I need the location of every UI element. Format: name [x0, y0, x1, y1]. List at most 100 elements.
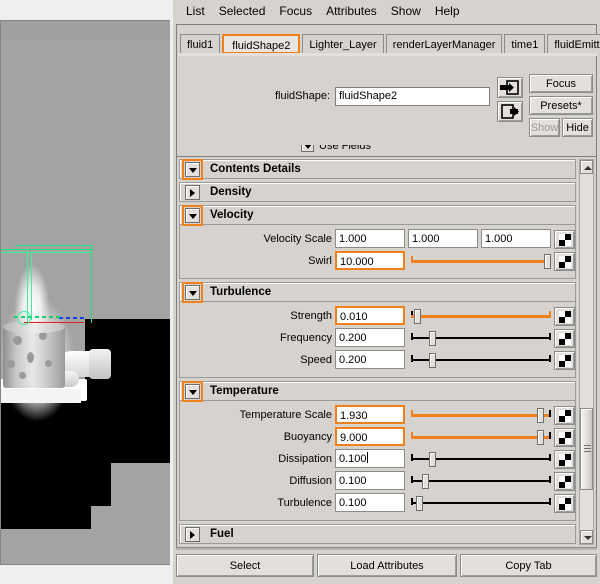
- attr-label: Swirl: [308, 255, 332, 267]
- buoyancy-input[interactable]: 9.000: [335, 427, 405, 446]
- attr-row-buoyancy: Buoyancy 9.000: [180, 427, 575, 449]
- scroll-up-arrow-icon[interactable]: [580, 160, 593, 174]
- table-surface-shade: [1, 389, 81, 403]
- attr-label: Velocity Scale: [263, 233, 332, 245]
- select-button[interactable]: Select: [176, 554, 314, 577]
- use-fields-row-clipped: Use Fields: [176, 145, 597, 156]
- load-attributes-button[interactable]: Load Attributes: [317, 554, 457, 577]
- dissipation-input[interactable]: 0.100: [335, 449, 405, 468]
- lighter-body: [3, 326, 65, 388]
- fluid-container-edge: [1, 249, 93, 250]
- temperature-scale-slider[interactable]: [411, 408, 551, 423]
- map-button[interactable]: [554, 307, 575, 326]
- map-button[interactable]: [554, 450, 575, 469]
- attr-label: Speed: [300, 354, 332, 366]
- manipulator-pivot-handle[interactable]: [17, 311, 31, 325]
- show-button[interactable]: Show: [529, 118, 560, 137]
- maya-attribute-editor-window: List Selected Focus Attributes Show Help…: [0, 0, 600, 584]
- fluid-container-edge: [1, 252, 93, 253]
- scroll-down-arrow-icon[interactable]: [580, 530, 593, 544]
- chevron-down-icon[interactable]: [182, 159, 203, 180]
- bottom-button-bar: Select Load Attributes Copy Tab: [176, 551, 597, 581]
- manipulator-axis-x[interactable]: [24, 322, 84, 323]
- input-connection-glyph: [500, 80, 519, 95]
- tab-fluid1[interactable]: fluid1: [180, 34, 221, 54]
- turbulence-frequency-slider[interactable]: [411, 331, 551, 346]
- map-button[interactable]: [554, 494, 575, 513]
- menu-selected[interactable]: Selected: [212, 2, 273, 20]
- section-header-temperature[interactable]: Temperature: [179, 381, 576, 402]
- hide-button[interactable]: Hide: [562, 118, 593, 137]
- chevron-down-icon[interactable]: [182, 381, 203, 402]
- fluidshape-name-input[interactable]: fluidShape2: [335, 87, 490, 106]
- section-header-contents-details[interactable]: Contents Details: [179, 159, 576, 180]
- scrollbar-thumb[interactable]: [580, 408, 593, 490]
- attribute-editor-panel: List Selected Focus Attributes Show Help…: [173, 0, 600, 584]
- diffusion-input[interactable]: 0.100: [335, 471, 405, 490]
- viewport-panel: [0, 0, 173, 584]
- attr-row-turbulence-strength: Strength 0.010: [180, 306, 575, 328]
- maya-3d-viewport[interactable]: [1, 21, 170, 564]
- map-button[interactable]: [554, 329, 575, 348]
- swirl-input[interactable]: 10.000: [335, 251, 405, 270]
- use-fields-checkbox[interactable]: [301, 145, 314, 152]
- section-body-turbulence: Strength 0.010 Frequency 0.200 Speed 0.2…: [179, 302, 576, 378]
- output-connection-icon[interactable]: [497, 101, 523, 122]
- map-button[interactable]: [554, 406, 575, 425]
- section-header-fuel[interactable]: Fuel: [179, 524, 576, 544]
- chevron-right-icon[interactable]: [185, 527, 200, 542]
- map-button[interactable]: [554, 351, 575, 370]
- menu-focus[interactable]: Focus: [272, 2, 319, 20]
- menu-show[interactable]: Show: [384, 2, 428, 20]
- velocity-scale-z-input[interactable]: 1.000: [481, 229, 551, 248]
- attr-row-velocity-scale: Velocity Scale 1.000 1.000 1.000: [180, 229, 575, 251]
- turbulence-strength-slider[interactable]: [411, 309, 551, 324]
- attribute-sections-container: Contents Details Density Velocity Veloci…: [179, 159, 578, 545]
- velocity-scale-y-input[interactable]: 1.000: [408, 229, 478, 248]
- section-header-turbulence[interactable]: Turbulence: [179, 282, 576, 303]
- menu-list[interactable]: List: [179, 2, 212, 20]
- turbulence-speed-input[interactable]: 0.200: [335, 350, 405, 369]
- menu-bar: List Selected Focus Attributes Show Help: [173, 0, 600, 22]
- section-velocity: Velocity Velocity Scale 1.000 1.000 1.00…: [179, 205, 576, 279]
- use-fields-label: Use Fields: [319, 145, 371, 152]
- swirl-slider[interactable]: [411, 254, 551, 269]
- velocity-scale-x-input[interactable]: 1.000: [335, 229, 405, 248]
- temperature-scale-input[interactable]: 1.930: [335, 405, 405, 424]
- map-button[interactable]: [554, 472, 575, 491]
- section-header-density[interactable]: Density: [179, 182, 576, 202]
- attr-label: Buoyancy: [283, 431, 332, 443]
- turbulence-strength-input[interactable]: 0.010: [335, 306, 405, 325]
- tab-renderLayerManager[interactable]: renderLayerManager: [385, 34, 503, 54]
- tab-time1[interactable]: time1: [504, 34, 546, 54]
- buoyancy-slider[interactable]: [411, 430, 551, 445]
- tab-fluidShape2[interactable]: fluidShape2: [222, 34, 301, 54]
- attr-label: Strength: [290, 310, 332, 322]
- focus-button[interactable]: Focus: [529, 74, 593, 93]
- chevron-down-icon[interactable]: [182, 205, 203, 226]
- text-caret: [366, 452, 368, 463]
- turbulence-frequency-input[interactable]: 0.200: [335, 328, 405, 347]
- tab-fluidEmitter1[interactable]: fluidEmitter1: [547, 34, 600, 54]
- menu-attributes[interactable]: Attributes: [319, 2, 384, 20]
- map-button[interactable]: [554, 230, 575, 249]
- map-button[interactable]: [554, 428, 575, 447]
- vertical-scrollbar[interactable]: [579, 159, 594, 545]
- diffusion-slider[interactable]: [411, 474, 551, 489]
- map-button[interactable]: [554, 252, 575, 271]
- section-header-velocity[interactable]: Velocity: [179, 205, 576, 226]
- menu-help[interactable]: Help: [428, 2, 467, 20]
- chevron-right-icon[interactable]: [185, 185, 200, 200]
- tab-lighter-layer[interactable]: Lighter_Layer: [302, 34, 384, 54]
- dissipation-slider[interactable]: [411, 452, 551, 467]
- turbulence-speed-slider[interactable]: [411, 353, 551, 368]
- copy-tab-button[interactable]: Copy Tab: [460, 554, 597, 577]
- fluid-container-edge: [91, 245, 92, 323]
- presets-button[interactable]: Presets*: [529, 96, 593, 115]
- temperature-turbulence-slider[interactable]: [411, 496, 551, 511]
- temperature-turbulence-input[interactable]: 0.100: [335, 493, 405, 512]
- manipulator-axis-z[interactable]: [59, 317, 87, 319]
- chevron-down-icon[interactable]: [182, 282, 203, 303]
- fluidshape-label: fluidShape:: [275, 90, 331, 102]
- input-connection-icon[interactable]: [497, 77, 523, 98]
